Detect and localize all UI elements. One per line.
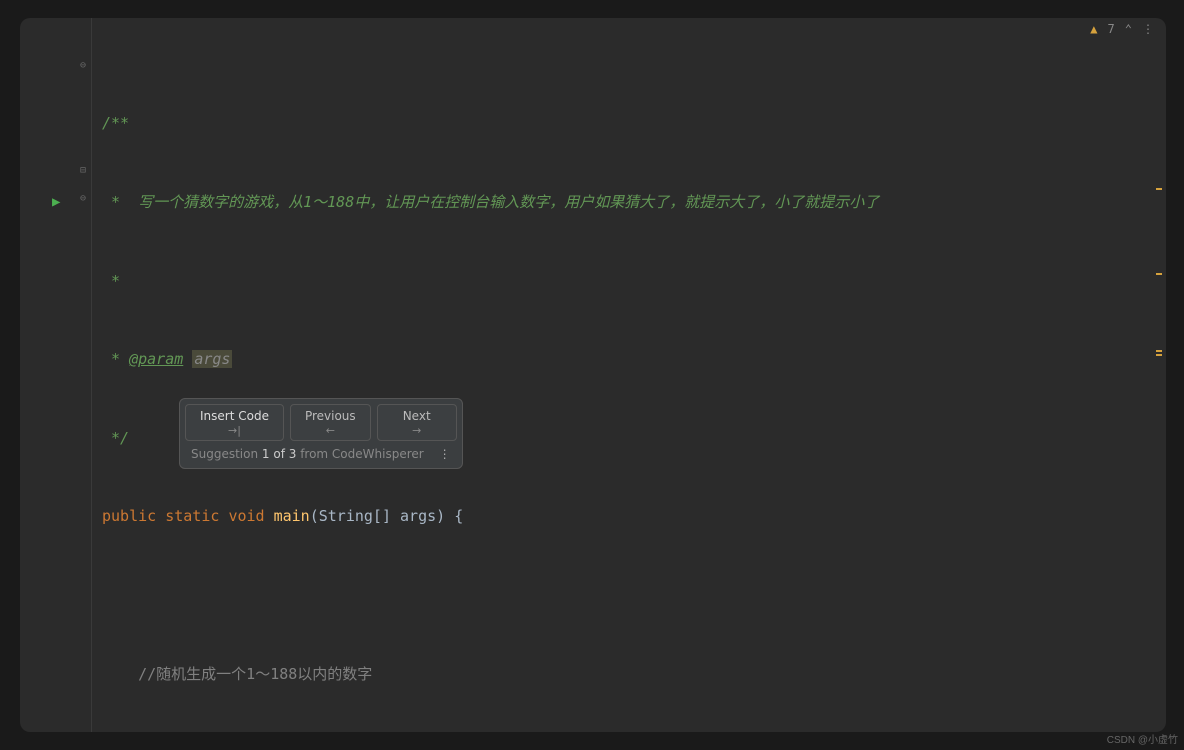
warning-mark[interactable] xyxy=(1156,354,1162,356)
doc-comment: * xyxy=(102,350,129,368)
more-icon[interactable]: ⋮ xyxy=(1142,22,1154,36)
gutter: ⊖ ⊟ ▶ ⊖ xyxy=(20,18,92,732)
editor-top-bar: ▲ 7 ⌃ ⋮ xyxy=(1090,22,1154,36)
warning-count[interactable]: 7 xyxy=(1108,22,1115,36)
expand-icon[interactable]: ⌃ xyxy=(1125,22,1132,36)
fold-icon[interactable]: ⊖ xyxy=(80,60,86,71)
editor-frame: ▲ 7 ⌃ ⋮ ⊖ ⊟ ▶ ⊖ /** * 写一个猜数字的游戏，从1～188中，… xyxy=(20,18,1166,732)
more-options-icon[interactable]: ⋮ xyxy=(439,447,451,461)
code-suggestion-popup: Insert Code →| Previous ← Next → Suggest… xyxy=(179,398,463,469)
previous-button[interactable]: Previous ← xyxy=(290,404,371,441)
previous-label: Previous xyxy=(305,409,356,423)
javadoc-tag: @param xyxy=(129,350,183,368)
next-button[interactable]: Next → xyxy=(377,404,457,441)
tab-key-icon: →| xyxy=(200,424,269,438)
fold-icon[interactable]: ⊟ xyxy=(80,165,86,176)
watermark: CSDN @小虚竹 xyxy=(1107,731,1178,746)
doc-comment: /** xyxy=(102,114,129,132)
doc-comment: */ xyxy=(102,429,129,447)
warning-mark[interactable] xyxy=(1156,350,1162,352)
keyword: public xyxy=(102,507,156,525)
code-area[interactable]: /** * 写一个猜数字的游戏，从1～188中，让用户在控制台输入数字，用户如果… xyxy=(102,58,1156,732)
comment: //随机生成一个1～188以内的数字 xyxy=(102,665,372,683)
doc-comment: * 写一个猜数字的游戏，从1～188中，让用户在控制台输入数字，用户如果猜大了，… xyxy=(102,193,879,211)
warning-icon[interactable]: ▲ xyxy=(1090,22,1097,36)
next-label: Next xyxy=(403,409,431,423)
warning-mark[interactable] xyxy=(1156,188,1162,190)
warning-mark[interactable] xyxy=(1156,273,1162,275)
javadoc-param: args xyxy=(192,350,232,368)
insert-label: Insert Code xyxy=(200,409,269,423)
method-name: main xyxy=(274,507,310,525)
insert-code-button[interactable]: Insert Code →| xyxy=(185,404,284,441)
popup-status: Suggestion 1 of 3 from CodeWhisperer ⋮ xyxy=(185,445,457,463)
fold-icon[interactable]: ⊖ xyxy=(80,193,86,204)
doc-comment: * xyxy=(102,272,120,290)
arrow-right-icon: → xyxy=(392,424,442,438)
popup-buttons: Insert Code →| Previous ← Next → xyxy=(185,404,457,441)
run-gutter-icon[interactable]: ▶ xyxy=(52,194,60,210)
arrow-left-icon: ← xyxy=(305,424,356,438)
